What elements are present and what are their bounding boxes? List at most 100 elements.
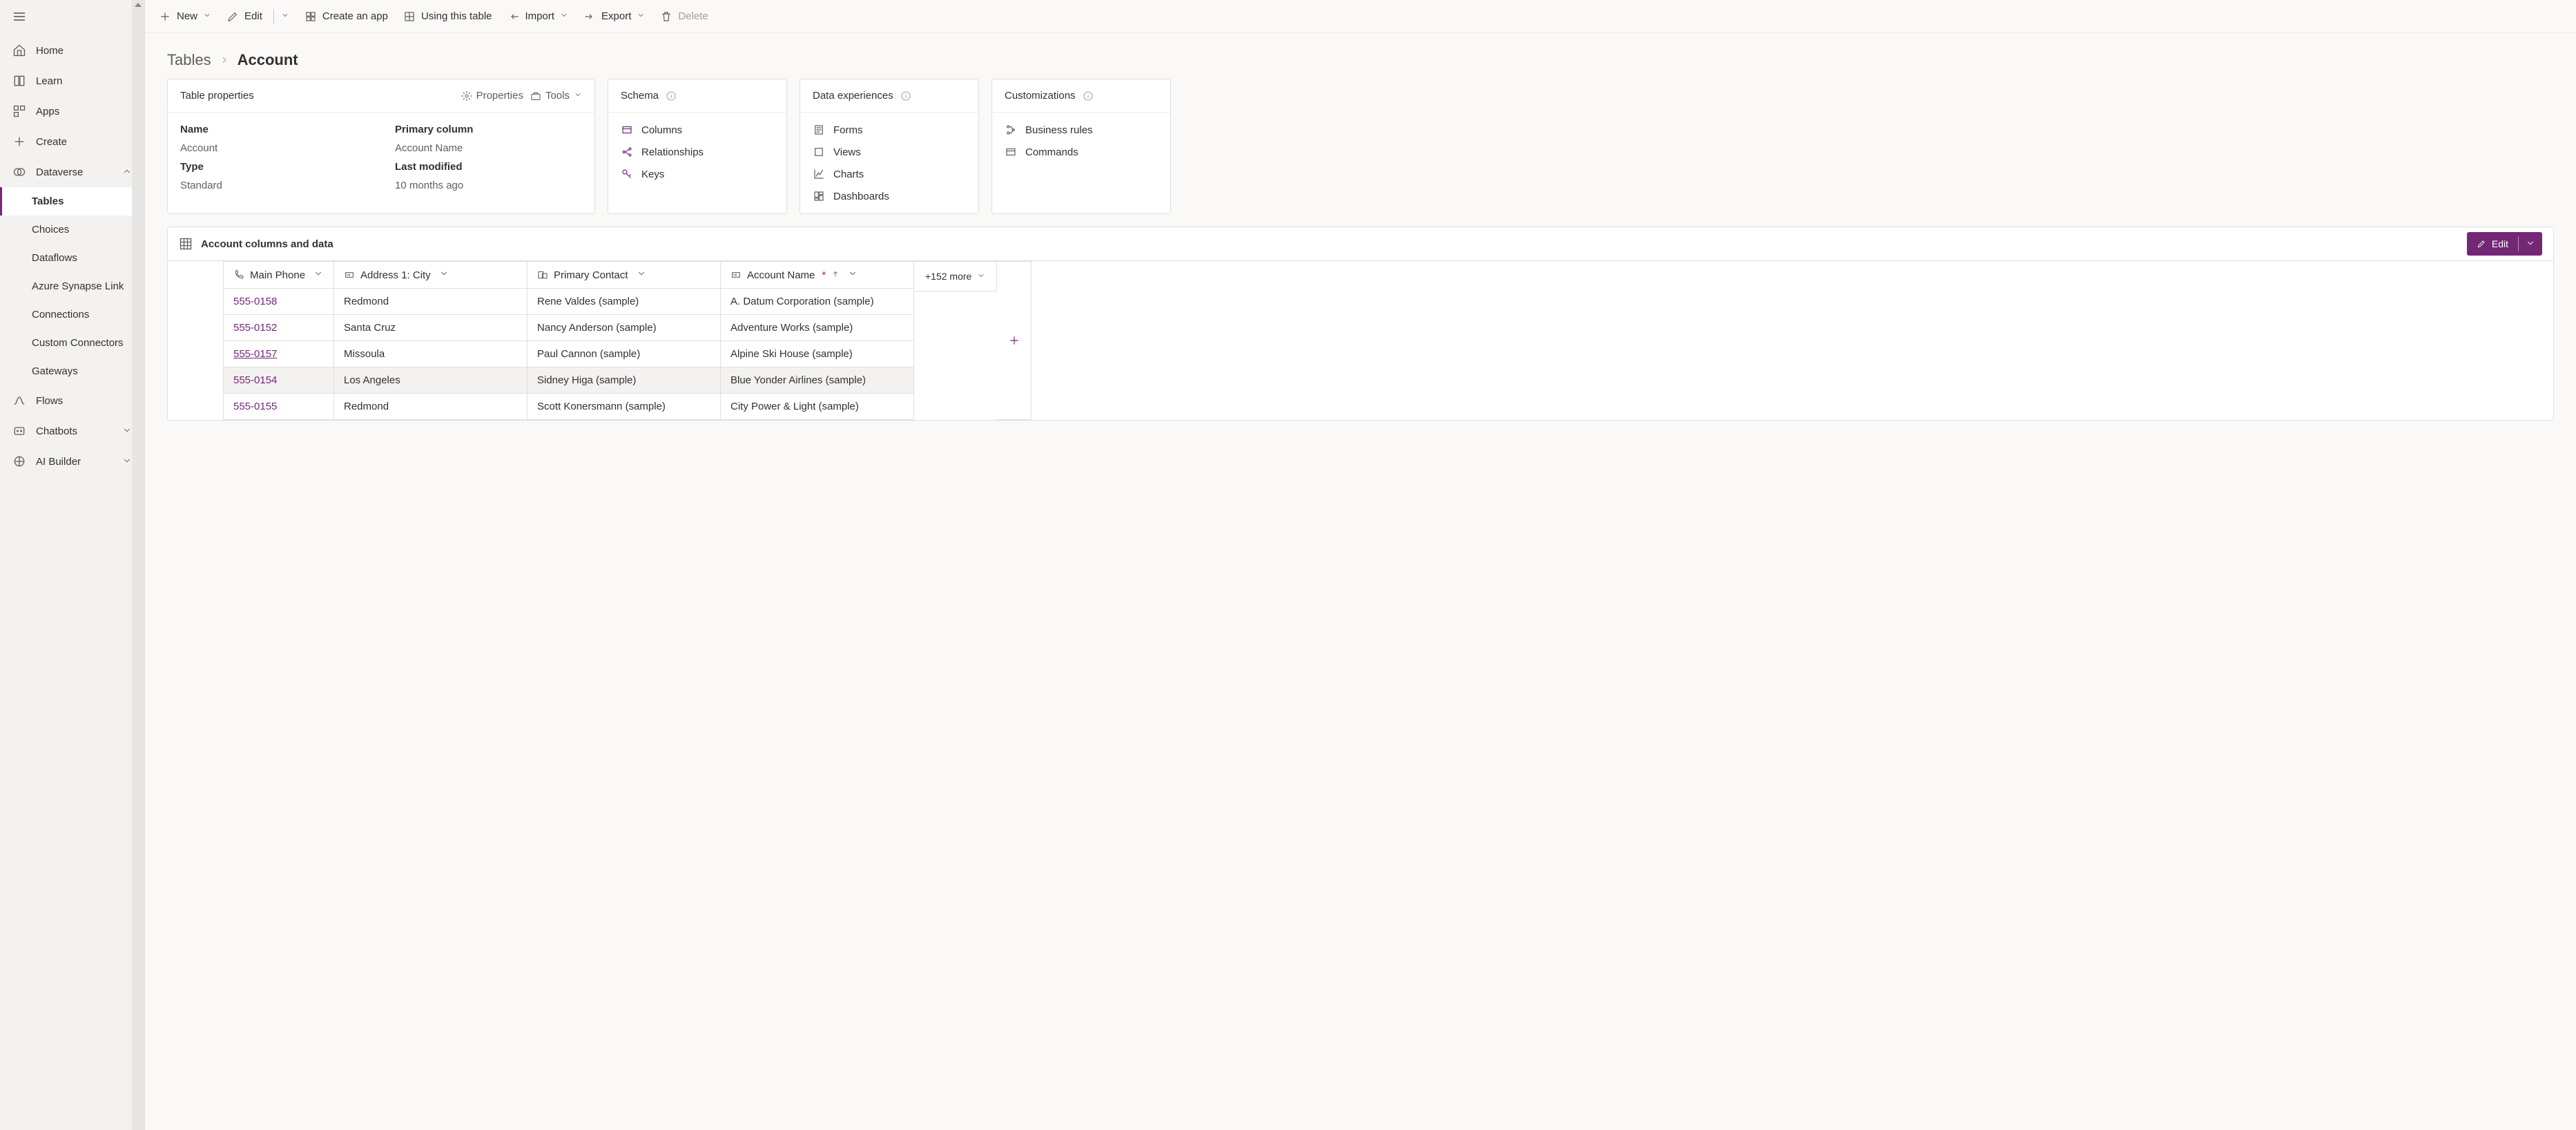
hamburger-button[interactable]	[0, 0, 144, 35]
schema-link-keys[interactable]: Keys	[621, 168, 774, 180]
sidebar-item-label: Create	[36, 136, 67, 148]
data-edit-button[interactable]: Edit	[2467, 232, 2542, 256]
column-header-contact[interactable]: Primary Contact	[527, 262, 721, 289]
cell-account[interactable]: A. Datum Corporation (sample)	[721, 289, 914, 315]
sidebar-item-create[interactable]: Create	[0, 126, 144, 157]
cell-phone[interactable]: 555-0157	[224, 341, 334, 367]
phone-icon	[233, 269, 244, 280]
using-this-table-button[interactable]: Using this table	[403, 10, 492, 23]
sidebar-item-home[interactable]: Home	[0, 35, 144, 66]
add-column-button[interactable]	[997, 261, 1032, 420]
sidebar-item-flows[interactable]: Flows	[0, 385, 144, 416]
dashboard-icon	[813, 190, 825, 202]
dataexp-link-views[interactable]: Views	[813, 146, 966, 158]
dataexp-link-dashboards[interactable]: Dashboards	[813, 190, 966, 202]
cell-account[interactable]: Alpine Ski House (sample)	[721, 341, 914, 367]
chevron-down-icon	[574, 90, 582, 102]
column-header-phone[interactable]: Main Phone	[224, 262, 334, 289]
text-icon	[344, 269, 355, 280]
dataexp-link-charts[interactable]: Charts	[813, 168, 966, 180]
data-section: Account columns and data Edit	[167, 227, 2554, 421]
chevron-down-icon[interactable]	[637, 10, 645, 22]
chevron-down-icon[interactable]	[203, 10, 211, 22]
cell-phone[interactable]: 555-0154	[224, 367, 334, 394]
dataverse-icon	[12, 165, 26, 179]
cell-phone[interactable]: 555-0155	[224, 394, 334, 420]
pencil-icon	[2477, 239, 2486, 249]
chevron-down-icon[interactable]	[281, 10, 289, 22]
sidebar-item-custom-connectors[interactable]: Custom Connectors	[0, 329, 144, 357]
sidebar-item-gateways[interactable]: Gateways	[0, 357, 144, 385]
flow-icon	[12, 394, 26, 408]
chevron-down-icon	[313, 269, 323, 281]
edit-button[interactable]: Edit	[226, 9, 289, 24]
column-label: Primary Contact	[554, 269, 628, 281]
cell-contact[interactable]: Paul Cannon (sample)	[527, 341, 721, 367]
chevron-down-icon[interactable]	[560, 10, 568, 22]
cell-city[interactable]: Los Angeles	[334, 367, 527, 394]
tools-button[interactable]: Tools	[530, 90, 582, 102]
column-header-city[interactable]: Address 1: City	[334, 262, 527, 289]
toolbar-label: New	[177, 10, 197, 22]
sidebar-item-choices[interactable]: Choices	[0, 216, 144, 244]
schema-link-relationships[interactable]: Relationships	[621, 146, 774, 158]
sidebar-item-apps[interactable]: Apps	[0, 96, 144, 126]
more-columns-button[interactable]: +152 more	[914, 261, 997, 291]
sidebar-item-dataverse[interactable]: Dataverse	[0, 157, 144, 187]
create-app-button[interactable]: Create an app	[304, 10, 388, 23]
sidebar-item-tables[interactable]: Tables	[0, 187, 144, 216]
schema-link-columns[interactable]: Columns	[621, 124, 774, 136]
chevron-down-icon	[977, 271, 985, 282]
info-icon[interactable]	[1083, 90, 1094, 102]
custom-link-business-rules[interactable]: Business rules	[1005, 124, 1158, 136]
trash-icon	[660, 10, 672, 23]
new-button[interactable]: New	[159, 10, 211, 23]
sidebar-item-dataflows[interactable]: Dataflows	[0, 244, 144, 272]
sidebar-item-label: Apps	[36, 106, 59, 117]
chevron-up-icon	[122, 166, 132, 178]
sidebar-item-ai-builder[interactable]: AI Builder	[0, 446, 144, 477]
cell-account[interactable]: Blue Yonder Airlines (sample)	[721, 367, 914, 394]
sidebar-item-label: Connections	[32, 309, 89, 320]
custom-link-commands[interactable]: Commands	[1005, 146, 1158, 158]
table-row[interactable]: 555-0154Los AngelesSidney Higa (sample)B…	[224, 367, 914, 394]
table-row[interactable]: 555-0157MissoulaPaul Cannon (sample)Alpi…	[224, 341, 914, 367]
sidebar-item-chatbots[interactable]: Chatbots	[0, 416, 144, 446]
chart-icon	[813, 168, 825, 180]
cell-account[interactable]: Adventure Works (sample)	[721, 315, 914, 341]
main-content: New Edit Create an app	[145, 0, 2576, 1130]
sidebar-item-label: Dataverse	[36, 166, 83, 178]
info-icon[interactable]	[666, 90, 677, 102]
chevron-down-icon[interactable]	[2519, 238, 2542, 250]
cell-city[interactable]: Santa Cruz	[334, 315, 527, 341]
cell-city[interactable]: Missoula	[334, 341, 527, 367]
cell-contact[interactable]: Scott Konersmann (sample)	[527, 394, 721, 420]
table-row[interactable]: 555-0152Santa CruzNancy Anderson (sample…	[224, 315, 914, 341]
info-icon[interactable]	[900, 90, 911, 102]
cell-contact[interactable]: Nancy Anderson (sample)	[527, 315, 721, 341]
sidebar-item-azure-synapse[interactable]: Azure Synapse Link	[0, 272, 144, 300]
dataexp-link-forms[interactable]: Forms	[813, 124, 966, 136]
sidebar-item-learn[interactable]: Learn	[0, 66, 144, 96]
export-button[interactable]: Export	[583, 10, 645, 23]
properties-button[interactable]: Properties	[461, 90, 523, 102]
cell-contact[interactable]: Rene Valdes (sample)	[527, 289, 721, 315]
cell-phone[interactable]: 555-0152	[224, 315, 334, 341]
column-label: Main Phone	[250, 269, 305, 281]
sidebar-item-label: Custom Connectors	[32, 337, 124, 349]
cell-city[interactable]: Redmond	[334, 289, 527, 315]
cell-phone[interactable]: 555-0158	[224, 289, 334, 315]
breadcrumb-root[interactable]: Tables	[167, 51, 211, 69]
sidebar-item-connections[interactable]: Connections	[0, 300, 144, 329]
apps-icon	[12, 104, 26, 118]
lookup-icon	[537, 269, 548, 280]
column-header-account[interactable]: Account Name *	[721, 262, 914, 289]
table-row[interactable]: 555-0155RedmondScott Konersmann (sample)…	[224, 394, 914, 420]
cell-contact[interactable]: Sidney Higa (sample)	[527, 367, 721, 394]
cell-account[interactable]: City Power & Light (sample)	[721, 394, 914, 420]
link-label: Views	[833, 146, 861, 158]
import-button[interactable]: Import	[507, 10, 569, 23]
table-row[interactable]: 555-0158RedmondRene Valdes (sample)A. Da…	[224, 289, 914, 315]
sidebar-scrollbar[interactable]	[132, 0, 144, 1130]
cell-city[interactable]: Redmond	[334, 394, 527, 420]
